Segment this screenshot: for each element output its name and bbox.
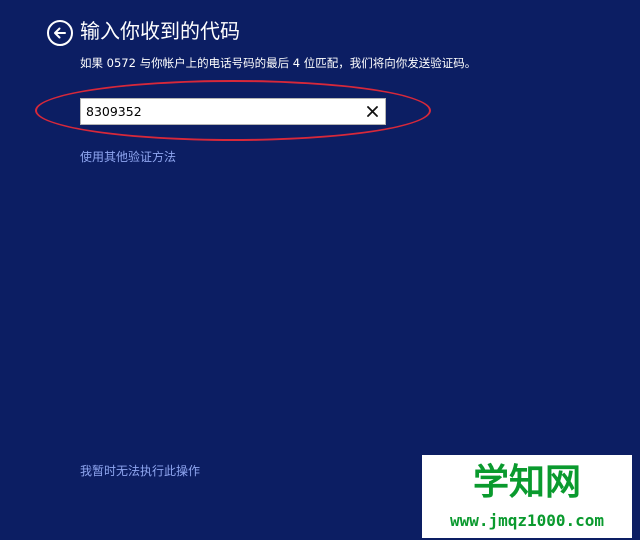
- arrow-left-icon: [54, 27, 66, 39]
- alternate-method-link[interactable]: 使用其他验证方法: [80, 149, 176, 165]
- back-button[interactable]: [47, 20, 73, 46]
- clear-button[interactable]: [359, 99, 385, 124]
- close-icon: [366, 106, 378, 117]
- description-text: 如果 0572 与你帐户上的电话号码的最后 4 位匹配，我们将向你发送验证码。: [80, 56, 477, 70]
- watermark-brand: 学知网: [472, 462, 581, 503]
- code-field: [80, 98, 386, 125]
- page-title: 输入你收到的代码: [80, 19, 240, 43]
- cannot-do-now-link[interactable]: 我暂时无法执行此操作: [80, 463, 200, 479]
- watermark-url: www.jmqz1000.com: [449, 511, 605, 530]
- code-input[interactable]: [81, 99, 359, 124]
- watermark-logo: 学知网 www.jmqz1000.com: [422, 455, 632, 538]
